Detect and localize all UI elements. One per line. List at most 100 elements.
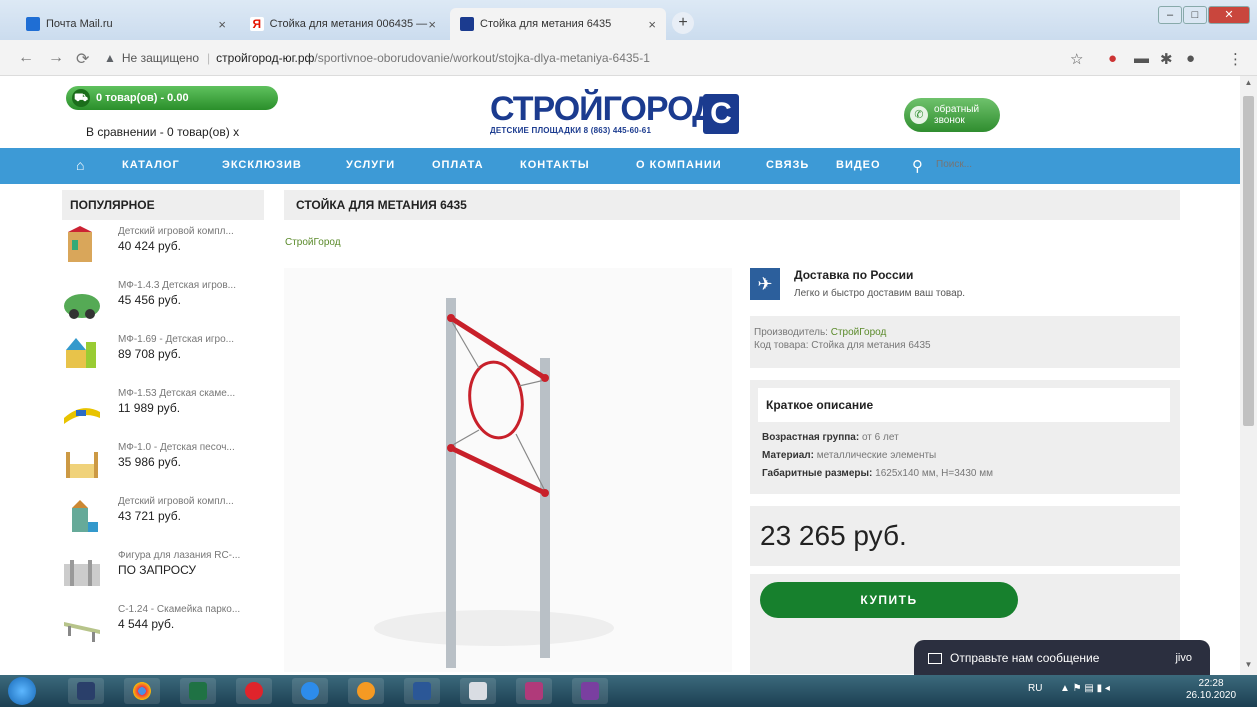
taskbar-app-excel[interactable] — [180, 678, 216, 704]
profile-icon[interactable]: ● — [1186, 50, 1195, 67]
forward-arrow-icon[interactable]: → — [48, 49, 64, 67]
popular-item[interactable]: МФ-1.69 - Детская игро... 89 708 руб. — [62, 334, 264, 386]
menu-item-about[interactable]: О КОМПАНИИ — [636, 159, 722, 171]
site-favicon-icon — [460, 17, 474, 31]
home-icon[interactable]: ⌂ — [76, 157, 92, 173]
menu-item-communication[interactable]: СВЯЗЬ — [766, 159, 809, 171]
taskbar-app-opera[interactable] — [236, 678, 272, 704]
windows-taskbar: RU ▲ ⚑ ▤ ▮ ◂ 22:28 26.10.2020 — [0, 675, 1257, 707]
cart-button[interactable]: ⛟ 0 товар(ов) - 0.00 — [66, 86, 278, 110]
new-tab-button[interactable]: + — [672, 12, 694, 34]
short-description: Краткое описание Возрастная группа: от 6… — [750, 380, 1180, 494]
reload-icon[interactable]: ⟳ — [76, 49, 89, 69]
size-label: Габаритные размеры: — [762, 468, 873, 479]
code-row: Код товара: Стойка для метания 6435 — [754, 339, 1176, 352]
taskbar-app-messenger[interactable] — [292, 678, 328, 704]
tab-close-icon[interactable]: × — [648, 17, 656, 32]
scrollbar-thumb[interactable] — [1243, 96, 1254, 426]
product-thumbnail — [64, 408, 100, 424]
page-scrollbar[interactable]: ▲ ▼ — [1240, 76, 1257, 675]
url-separator: | — [207, 51, 211, 65]
clock-date: 26.10.2020 — [1186, 690, 1237, 701]
tab-mail[interactable]: Почта Mail.ru × — [16, 8, 236, 40]
minimize-button[interactable]: – — [1158, 6, 1182, 24]
taskbar-app-monitor[interactable] — [68, 678, 104, 704]
extension-icon[interactable]: ▬ — [1134, 50, 1149, 67]
tab-label: Стойка для метания 006435 — : — [269, 18, 429, 30]
buy-button[interactable]: КУПИТЬ — [760, 582, 1018, 618]
delivery-icon: ✈ — [750, 268, 780, 300]
close-window-button[interactable]: ✕ — [1208, 6, 1250, 24]
bookmark-star-icon[interactable]: ☆ — [1070, 50, 1083, 68]
popular-item-price: 35 986 руб. — [118, 455, 181, 469]
compare-link[interactable]: В сравнении - 0 товар(ов) x — [86, 125, 239, 139]
material-value: металлические элементы — [816, 450, 937, 461]
popular-item-price: ПО ЗАПРОСУ — [118, 563, 196, 577]
logo-c-icon: C — [703, 94, 739, 134]
tab-current[interactable]: Стойка для метания 6435 × — [450, 8, 666, 40]
breadcrumb[interactable]: СтройГород — [285, 237, 341, 248]
menu-item-contacts[interactable]: КОНТАКТЫ — [520, 159, 590, 171]
taskbar-app-chrome[interactable] — [124, 678, 160, 704]
main-menu: ⌂ КАТАЛОГ ЭКСКЛЮЗИВ УСЛУГИ ОПЛАТА КОНТАК… — [0, 148, 1240, 184]
popular-item[interactable]: МФ-1.4.3 Детская игров... 45 456 руб. — [62, 280, 264, 332]
taskbar-app-word[interactable] — [404, 678, 440, 704]
product-image[interactable] — [284, 268, 732, 672]
taskbar-app-other[interactable] — [572, 678, 608, 704]
delivery-title: Доставка по России — [794, 268, 914, 282]
popular-item[interactable]: МФ-1.0 - Детская песоч... 35 986 руб. — [62, 442, 264, 494]
chat-label: Отправьте нам сообщение — [950, 651, 1100, 665]
tab-close-icon[interactable]: × — [218, 17, 226, 32]
tab-label: Стойка для метания 6435 — [480, 18, 612, 30]
age-row: Возрастная группа: от 6 лет — [762, 432, 899, 443]
taskbar-app-browser[interactable] — [348, 678, 384, 704]
product-thumbnail — [64, 560, 100, 586]
popular-item-name: Детский игровой компл... — [118, 496, 234, 507]
extension-icon[interactable]: ● — [1108, 50, 1117, 67]
back-arrow-icon[interactable]: ← — [18, 49, 34, 67]
age-label: Возрастная группа: — [762, 432, 860, 443]
menu-item-catalog[interactable]: КАТАЛОГ — [122, 159, 180, 171]
browser-tab-bar: Почта Mail.ru × Я Стойка для метания 006… — [0, 0, 1257, 40]
menu-item-video[interactable]: ВИДЕО — [836, 159, 881, 171]
menu-dots-icon[interactable]: ⋮ — [1228, 50, 1243, 68]
material-label: Материал: — [762, 450, 814, 461]
popular-item-price: 4 544 руб. — [118, 617, 175, 631]
extensions-puzzle-icon[interactable]: ✱ — [1160, 50, 1173, 68]
maximize-button[interactable]: □ — [1183, 6, 1207, 24]
callback-label-1: обратный — [934, 104, 980, 115]
manufacturer-link[interactable]: СтройГород — [831, 327, 887, 338]
product-thumbnail — [68, 226, 92, 262]
start-button[interactable] — [8, 677, 36, 705]
tray-icons[interactable]: ▲ ⚑ ▤ ▮ ◂ — [1060, 683, 1110, 694]
menu-item-exclusive[interactable]: ЭКСКЛЮЗИВ — [222, 159, 302, 171]
code-value: Стойка для метания 6435 — [811, 340, 931, 351]
url-field[interactable]: ▲ Не защищено | стройгород-юг.рф /sporti… — [104, 46, 1044, 70]
menu-item-services[interactable]: УСЛУГИ — [346, 159, 395, 171]
popular-item[interactable]: МФ-1.53 Детская скаме... 11 989 руб. — [62, 388, 264, 440]
clock[interactable]: 22:28 26.10.2020 — [1186, 678, 1236, 702]
tab-close-icon[interactable]: × — [428, 17, 436, 32]
logo-text: СТРОЙГОРОД — [490, 90, 716, 128]
popular-item-name: МФ-1.69 - Детская игро... — [118, 334, 235, 345]
popular-item[interactable]: Фигура для лазания RC-... ПО ЗАПРОСУ — [62, 550, 264, 602]
scroll-up-arrow-icon[interactable]: ▲ — [1240, 78, 1257, 90]
language-indicator[interactable]: RU — [1028, 683, 1042, 694]
taskbar-app-calculator[interactable] — [460, 678, 496, 704]
scroll-down-arrow-icon[interactable]: ▼ — [1240, 660, 1257, 672]
menu-item-payment[interactable]: ОПЛАТА — [432, 159, 484, 171]
search-icon[interactable]: ⚲ — [912, 157, 923, 175]
taskbar-app-paint[interactable] — [516, 678, 552, 704]
popular-item[interactable]: Детский игровой компл... 40 424 руб. — [62, 226, 264, 278]
tab-yandex[interactable]: Я Стойка для метания 006435 — : × — [240, 8, 446, 40]
chat-widget[interactable]: Отправьте нам сообщение jivo — [914, 640, 1210, 676]
description-title: Краткое описание — [758, 388, 1170, 422]
chat-brand: jivo — [1175, 652, 1192, 664]
search-input[interactable] — [936, 159, 1056, 170]
size-value: 1625х140 мм, Н=3430 мм — [875, 468, 994, 479]
callback-button[interactable]: ✆ обратный звонок — [904, 98, 1000, 132]
popular-item[interactable]: С-1.24 - Скамейка парко... 4 544 руб. — [62, 604, 264, 656]
popular-item[interactable]: Детский игровой компл... 43 721 руб. — [62, 496, 264, 548]
material-row: Материал: металлические элементы — [762, 450, 936, 461]
site-logo[interactable]: СТРОЙГОРОД ДЕТСКИЕ ПЛОЩАДКИ 8 (863) 445-… — [490, 90, 739, 135]
